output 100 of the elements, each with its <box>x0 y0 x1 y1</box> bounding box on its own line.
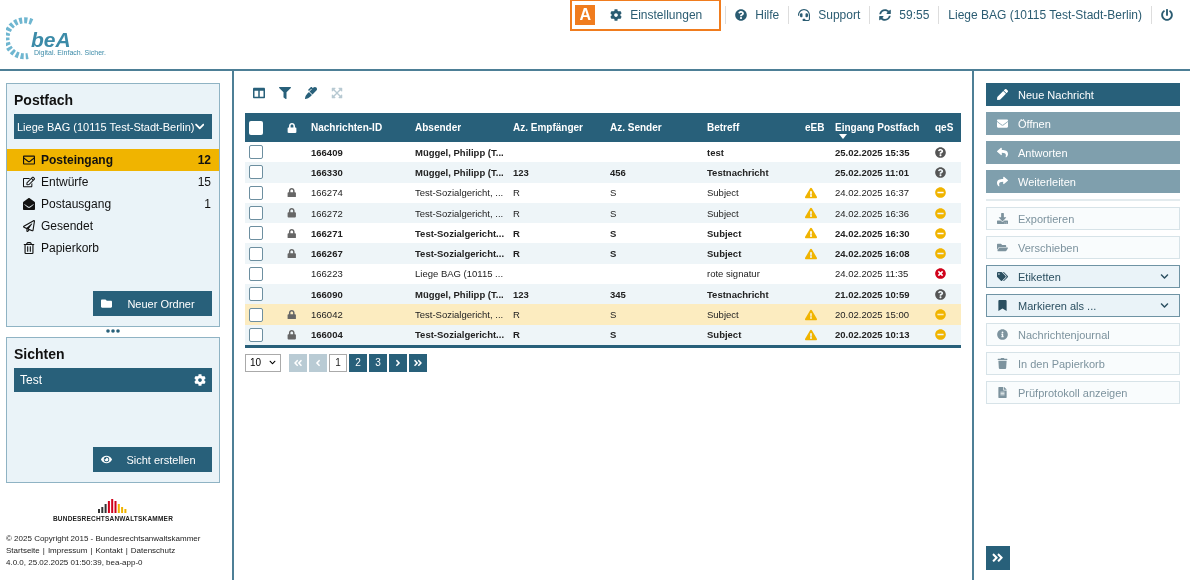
column-header[interactable]: Az. Empfänger <box>509 113 606 142</box>
table-cell-text: 166090 <box>310 288 344 300</box>
page-button[interactable]: 2 <box>349 353 367 372</box>
action-button[interactable]: Markieren als ... <box>986 294 1180 317</box>
open-envelope-icon <box>23 198 35 210</box>
row-checkbox[interactable] <box>249 246 263 261</box>
table-cell-text: 24.02.2025 11:35 <box>834 268 910 280</box>
sort-down-icon <box>839 134 847 139</box>
table-cell-text: 166409 <box>310 146 344 158</box>
footer-link[interactable]: Startseite <box>6 545 40 557</box>
filter-button[interactable] <box>277 85 293 101</box>
chevron-down-icon <box>1160 272 1169 281</box>
settings-link[interactable]: Einstellungen <box>601 6 712 24</box>
table-row[interactable]: 166004 Test-Sozialgericht... R S Subject 20.02.2025 10:13 <box>245 324 961 345</box>
table-cell: S <box>610 248 617 260</box>
table-cell-text: 24.02.2025 16:36 <box>834 207 910 219</box>
table-cell: R <box>513 187 520 199</box>
bookmark-icon <box>997 300 1008 311</box>
row-checkbox[interactable] <box>249 165 263 180</box>
mailbox-select[interactable]: Liege BAG (10115 Test-Stadt-Berlin) <box>14 114 212 139</box>
row-checkbox[interactable] <box>249 287 263 302</box>
folder-count: 1 <box>204 197 211 211</box>
columns-button[interactable] <box>251 85 267 101</box>
trash-icon <box>23 242 35 254</box>
action-button[interactable]: Etiketten <box>986 265 1180 288</box>
column-header[interactable]: Az. Sender <box>606 113 703 142</box>
trash-icon <box>997 358 1008 369</box>
folder-item[interactable]: Gesendet <box>7 215 219 237</box>
settings-icon <box>610 9 623 21</box>
row-checkbox[interactable] <box>249 327 263 342</box>
session-timer[interactable]: 59:55 <box>869 6 939 24</box>
table-cell-text: Test-Sozialgericht, ... <box>414 207 505 219</box>
column-header[interactable]: Absender <box>411 113 509 142</box>
download-icon <box>997 213 1008 224</box>
reply-icon <box>997 147 1008 158</box>
table-row[interactable]: 166330 Müggel, Philipp (T... 123 456 Testnachricht 25.02.2025 11:01 <box>245 162 961 183</box>
table-cell-text: Test-Sozialgericht, ... <box>414 309 505 320</box>
column-header[interactable]: eEB <box>801 113 831 142</box>
row-checkbox[interactable] <box>249 206 263 221</box>
envelope-icon <box>23 154 35 166</box>
row-checkbox[interactable] <box>249 266 263 281</box>
table-cell-text: Subject <box>706 207 740 219</box>
footer-link[interactable]: Kontakt <box>95 545 123 557</box>
footer-link[interactable]: Datenschutz <box>130 545 176 557</box>
table-row[interactable]: 166042 Test-Sozialgericht, ... R S Subject 20.02.2025 15:00 <box>245 304 961 325</box>
last-page-button[interactable] <box>409 353 427 372</box>
next-page-button[interactable] <box>389 353 407 372</box>
table-cell-text: 24.02.2025 16:37 <box>834 187 910 199</box>
folder-item[interactable]: Papierkorb <box>7 237 219 259</box>
refresh-icon <box>879 9 892 21</box>
table-cell-text: Subject <box>706 227 743 239</box>
marker-button[interactable] <box>303 85 319 101</box>
settings-icon[interactable] <box>194 374 206 386</box>
folder-item[interactable]: Entwürfe 15 <box>7 171 219 193</box>
new-folder-button[interactable]: Neuer Ordner <box>93 291 212 316</box>
column-header[interactable]: qeS <box>931 113 961 142</box>
column-header[interactable]: Eingang Postfach <box>831 113 931 142</box>
row-checkbox[interactable] <box>249 145 263 160</box>
select-all-checkbox[interactable] <box>249 120 263 135</box>
table-cell-text: 166271 <box>310 227 344 239</box>
page-button[interactable]: 1 <box>329 353 347 372</box>
support-link[interactable]: Support <box>788 6 870 24</box>
copyright-text: © 2025 Copyright 2015 - Bundesrechtsanwaltskammer <box>6 533 202 545</box>
table-cell-text: 166004 <box>310 329 344 341</box>
double-left-icon <box>293 357 303 368</box>
page-size-select[interactable]: 10 <box>245 353 281 372</box>
folder-label: Gesendet <box>41 219 95 233</box>
row-checkbox[interactable] <box>249 307 263 322</box>
table-row[interactable]: 166090 Müggel, Philipp (T... 123 345 Testnachricht 21.02.2025 10:59 <box>245 284 961 305</box>
table-row[interactable]: 166267 Test-Sozialgericht... R S Subject 24.02.2025 16:08 <box>245 243 961 264</box>
folder-item[interactable]: Postausgang 1 <box>7 193 219 215</box>
action-button[interactable]: Neue Nachricht <box>986 83 1180 106</box>
expand-panel-button[interactable] <box>986 546 1010 570</box>
column-header[interactable]: Nachrichten-ID <box>307 113 411 142</box>
table-cell: R <box>513 309 520 320</box>
expand-icon <box>331 87 343 99</box>
double-right-icon <box>413 357 423 368</box>
table-cell-text: Subject <box>706 187 740 199</box>
table-cell: S <box>610 329 617 341</box>
table-cell: 345 <box>610 288 626 300</box>
account-link[interactable]: Liege BAG (10115 Test-Stadt-Berlin) <box>938 6 1151 24</box>
headset-icon <box>798 9 811 21</box>
chevron-down-icon <box>1160 301 1169 310</box>
table-cell-text: Liege BAG (10115 ... <box>414 268 505 280</box>
page-button[interactable]: 3 <box>369 353 387 372</box>
view-item[interactable]: Test <box>14 368 212 392</box>
table-row[interactable]: 166272 Test-Sozialgericht, ... R S Subject 24.02.2025 16:36 <box>245 202 961 224</box>
footer-link[interactable]: Impressum <box>47 545 88 557</box>
tag-icon <box>997 271 1008 282</box>
version-text: 4.0.0, 25.02.2025 01:50:39, bea-app-0 <box>6 557 144 569</box>
folder-item[interactable]: Posteingang 12 <box>7 149 219 171</box>
row-checkbox[interactable] <box>249 185 263 200</box>
create-view-button[interactable]: Sicht erstellen <box>93 447 212 472</box>
column-header[interactable]: Betreff <box>703 113 801 142</box>
help-link[interactable]: Hilfe <box>725 6 789 24</box>
eye-icon <box>101 454 112 465</box>
row-checkbox[interactable] <box>249 226 263 241</box>
table-cell-text: 20.02.2025 10:13 <box>834 329 911 341</box>
panel-title: Sichten <box>14 346 66 362</box>
drag-handle-icon[interactable] <box>106 329 120 333</box>
